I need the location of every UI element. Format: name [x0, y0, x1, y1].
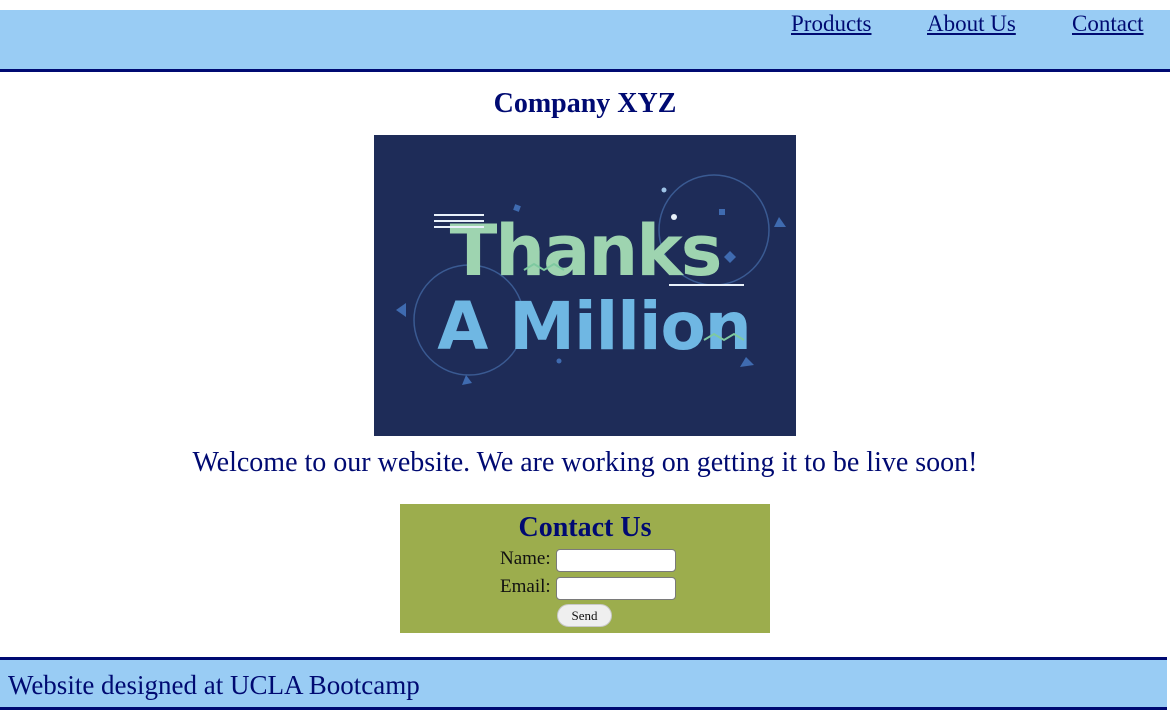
page: Products About Us Contact Company XYZ Th… [0, 0, 1170, 726]
name-field[interactable] [556, 549, 676, 572]
name-label: Name: [500, 548, 551, 569]
nav-link-products[interactable]: Products [791, 11, 872, 37]
send-button[interactable]: Send [557, 604, 612, 627]
page-title: Company XYZ [493, 88, 677, 119]
nav-link-about-us[interactable]: About Us [927, 11, 1016, 37]
thanks-a-million-graphic: Thanks A Million [374, 135, 796, 436]
top-navbar: Products About Us Contact [0, 10, 1170, 72]
welcome-message: Welcome to our website. We are working o… [192, 447, 978, 478]
contact-form-title: Contact Us [518, 512, 652, 543]
hero-image: Thanks A Million [374, 135, 796, 436]
email-field[interactable] [556, 577, 676, 600]
footer: Website designed at UCLA Bootcamp [0, 657, 1167, 710]
contact-form: Contact Us Name: Email: Send [400, 504, 770, 633]
svg-text:A Million: A Million [437, 288, 751, 365]
nav-link-contact[interactable]: Contact [1072, 11, 1144, 37]
footer-credit: Website designed at UCLA Bootcamp [8, 670, 420, 700]
email-label: Email: [500, 576, 551, 597]
svg-text:Thanks: Thanks [450, 210, 721, 292]
